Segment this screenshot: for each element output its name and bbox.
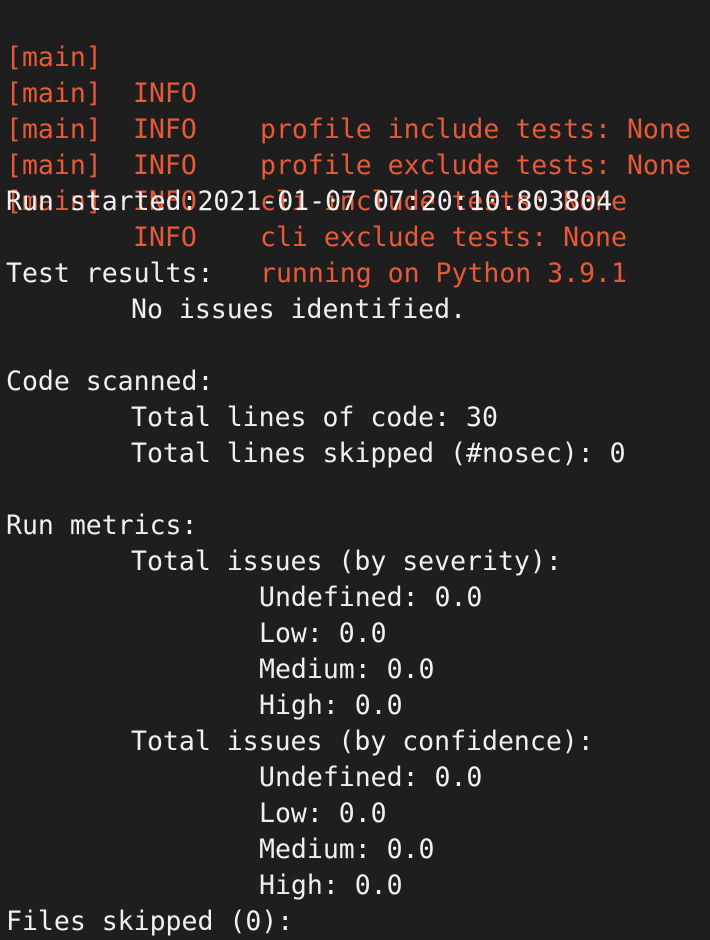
log-line: [main] INFO profile include tests: None [6,4,691,145]
severity-medium: Medium: 0.0 [259,654,435,685]
severity-heading: Total issues (by severity): [131,546,562,577]
test-results-heading: Test results: [6,258,214,289]
test-results-value: No issues identified. [131,294,467,325]
terminal-output[interactable]: [main] INFO profile include tests: None … [0,0,710,940]
severity-low: Low: 0.0 [259,618,387,649]
run-started-line: Run started:2021-01-07 07:20:10.803804 [6,186,613,217]
total-lines-of-code: Total lines of code: 30 [131,402,498,433]
total-lines-skipped: Total lines skipped (#nosec): 0 [131,438,626,469]
log-message: cli exclude tests: None [260,222,627,253]
code-scanned-heading: Code scanned: [6,366,214,397]
log-line: [main] INFO cli include tests: None [6,76,627,217]
severity-undefined: Undefined: 0.0 [259,582,483,613]
log-line: [main] INFO running on Python 3.9.1 [6,148,627,289]
log-message: profile include tests: None [260,114,691,145]
confidence-low: Low: 0.0 [259,798,387,829]
confidence-undefined: Undefined: 0.0 [259,762,483,793]
log-line: [main] INFO profile exclude tests: None [6,40,691,181]
log-level: INFO [133,78,197,109]
severity-high: High: 0.0 [259,690,403,721]
files-skipped-line: Files skipped (0): [6,906,294,937]
confidence-medium: Medium: 0.0 [259,834,435,865]
confidence-heading: Total issues (by confidence): [131,726,594,757]
log-message: profile exclude tests: None [260,150,691,181]
log-line: [main] INFO cli exclude tests: None [6,112,627,253]
log-level: INFO [133,222,197,253]
log-level: INFO [133,150,197,181]
log-message: running on Python 3.9.1 [260,258,627,289]
run-metrics-heading: Run metrics: [6,510,198,541]
log-level: INFO [133,114,197,145]
confidence-high: High: 0.0 [259,870,403,901]
